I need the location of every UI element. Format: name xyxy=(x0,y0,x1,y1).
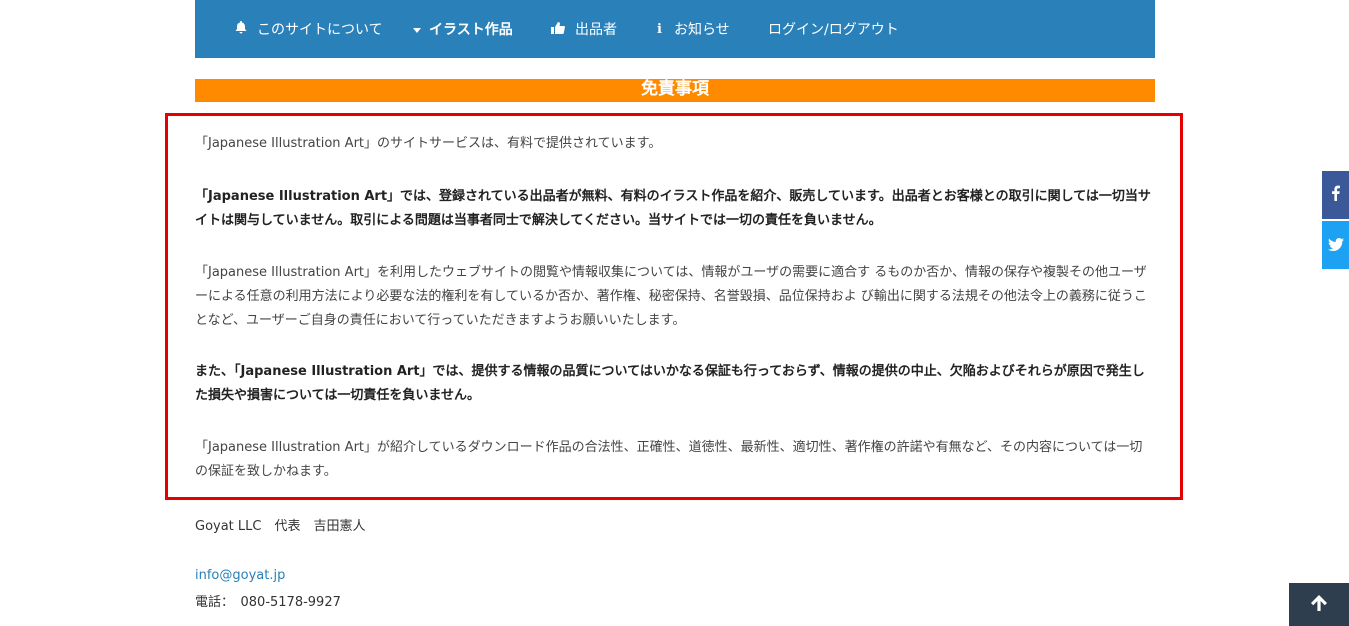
disclaimer-paragraph: 「Japanese Illustration Art」を利用したウェブサイトの閲… xyxy=(195,265,1147,328)
twitter-icon xyxy=(1327,236,1344,255)
nav-item-illustrations[interactable]: イラスト作品 xyxy=(413,0,513,58)
company-name: Goyat LLC 代表 吉田憲人 xyxy=(195,519,366,534)
facebook-share-button[interactable] xyxy=(1322,171,1349,219)
disclaimer-paragraph: 「Japanese Illustration Art」のサイトサービスは、有料で… xyxy=(195,136,662,151)
thumbs-up-icon xyxy=(551,21,565,37)
info-icon: i xyxy=(657,21,662,37)
arrow-up-icon xyxy=(1310,594,1328,616)
facebook-icon xyxy=(1331,185,1340,205)
nav-item-login[interactable]: ログイン/ログアウト xyxy=(768,0,899,58)
nav-item-about[interactable]: このサイトについて xyxy=(235,0,383,58)
email-link[interactable]: info@goyat.jp xyxy=(195,568,285,583)
nav-item-label: ログイン/ログアウト xyxy=(768,22,899,38)
nav-item-sellers[interactable]: 出品者 xyxy=(551,0,617,58)
disclaimer-paragraph: 「Japanese Illustration Art」が紹介しているダウンロード… xyxy=(195,440,1143,479)
nav-item-label: お知らせ xyxy=(673,22,730,38)
scroll-to-top-button[interactable] xyxy=(1289,583,1349,626)
disclaimer-paragraph: また、「Japanese Illustration Art」では、提供する情報の… xyxy=(195,364,1145,403)
nav-item-label: 出品者 xyxy=(575,22,617,38)
phone-number: 電話： 080-5178-9927 xyxy=(195,595,341,610)
bell-icon xyxy=(235,21,247,37)
page-title: 免責事項 xyxy=(195,79,1155,102)
nav-item-label: このサイトについて xyxy=(257,22,383,38)
twitter-share-button[interactable] xyxy=(1322,221,1349,269)
nav-item-news[interactable]: i お知らせ xyxy=(657,0,730,58)
main-navbar: このサイトについて イラスト作品 出品者 i お知らせ ログイン/ログアウト xyxy=(195,0,1155,58)
nav-item-label: イラスト作品 xyxy=(429,22,513,38)
caret-down-icon xyxy=(413,23,421,36)
disclaimer-paragraph: 「Japanese Illustration Art」では、登録されている出品者… xyxy=(195,189,1151,228)
